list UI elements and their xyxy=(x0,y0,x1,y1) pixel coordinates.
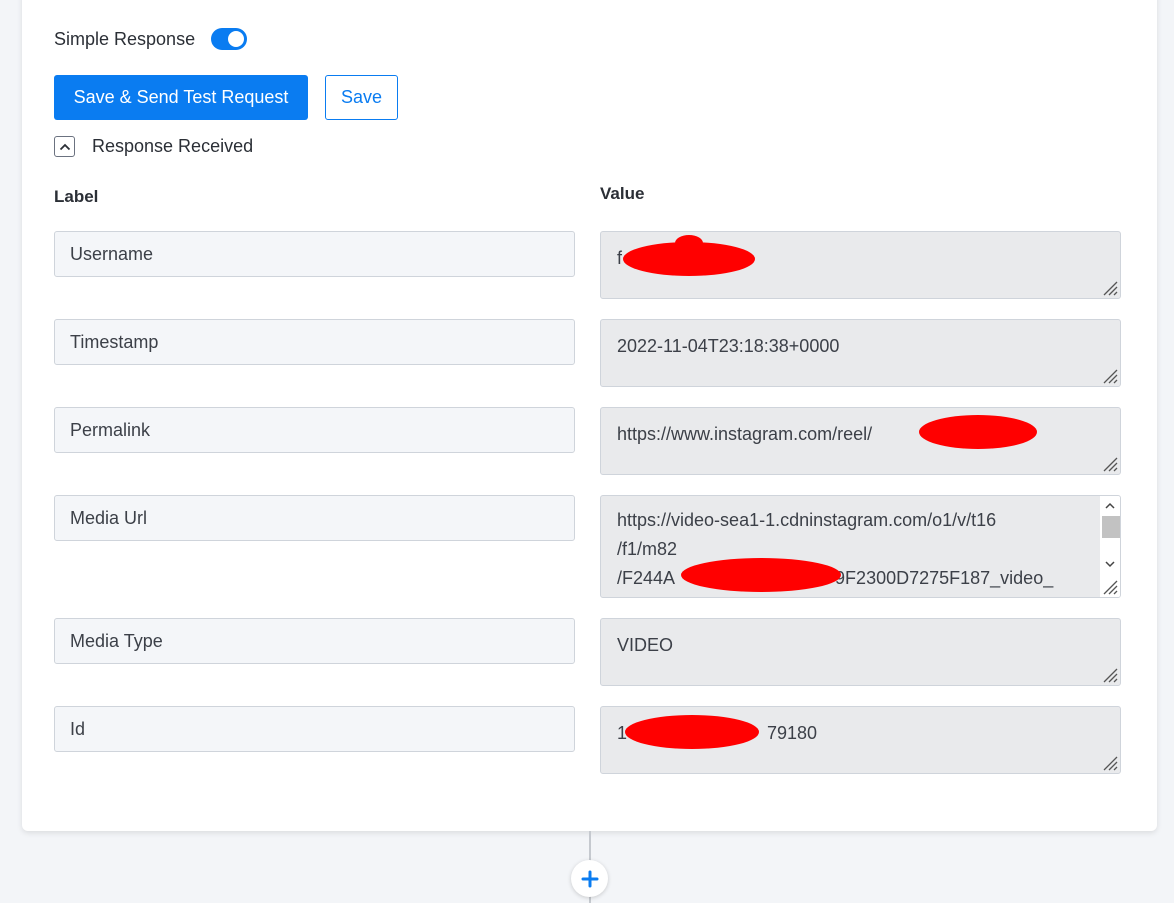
field-value-media-url[interactable]: https://video-sea1-1.cdninstagram.com/o1… xyxy=(600,495,1121,598)
save-button[interactable]: Save xyxy=(325,75,398,120)
simple-response-label: Simple Response xyxy=(54,28,196,49)
response-received-header: Response Received xyxy=(54,136,253,157)
scroll-up-icon xyxy=(1105,502,1115,509)
field-label-permalink[interactable]: Permalink xyxy=(54,407,575,453)
field-value-media-type[interactable]: VIDEO xyxy=(600,618,1121,686)
resize-grip-icon xyxy=(1103,668,1118,683)
field-label-media-url[interactable]: Media Url xyxy=(54,495,575,541)
field-label-media-type[interactable]: Media Type xyxy=(54,618,575,664)
add-step-button[interactable] xyxy=(571,860,608,897)
field-label-timestamp[interactable]: Timestamp xyxy=(54,319,575,365)
field-value-timestamp[interactable]: 2022-11-04T23:18:38+0000 xyxy=(600,319,1121,387)
value-line: /f1/m82 xyxy=(617,539,678,559)
response-received-title: Response Received xyxy=(92,136,254,156)
redaction-mark xyxy=(625,715,759,749)
collapse-toggle-button[interactable] xyxy=(54,136,75,157)
value-column-header: Value xyxy=(600,184,645,203)
resize-grip-icon xyxy=(1103,369,1118,384)
resize-grip-icon xyxy=(1103,756,1118,771)
value-line: https://video-sea1-1.cdninstagram.com/o1… xyxy=(617,510,997,530)
save-send-test-button[interactable]: Save & Send Test Request xyxy=(54,75,308,120)
value-text: 79180 xyxy=(767,723,818,743)
label-column-header: Label xyxy=(54,187,99,206)
value-text: 2022-11-04T23:18:38+0000 xyxy=(617,336,840,356)
resize-grip-icon xyxy=(1103,580,1118,595)
redaction-mark xyxy=(919,415,1037,449)
field-label-id[interactable]: Id xyxy=(54,706,575,752)
field-value-id[interactable]: 1 79180 xyxy=(600,706,1121,774)
redaction-mark xyxy=(681,558,841,592)
value-text: https://www.instagram.com/reel/ xyxy=(617,424,873,444)
simple-response-row: Simple Response xyxy=(54,28,248,50)
field-value-permalink[interactable]: https://www.instagram.com/reel/k/ xyxy=(600,407,1121,475)
scroll-thumb[interactable] xyxy=(1102,516,1120,538)
field-value-username[interactable]: f xyxy=(600,231,1121,299)
scroll-down-icon xyxy=(1105,561,1115,568)
chevron-up-icon xyxy=(59,143,70,150)
field-label-username[interactable]: Username xyxy=(54,231,575,277)
redaction-mark xyxy=(675,235,703,251)
value-text: f xyxy=(617,248,623,268)
resize-grip-icon xyxy=(1103,457,1118,472)
resize-grip-icon xyxy=(1103,281,1118,296)
plus-icon xyxy=(581,870,598,887)
simple-response-toggle[interactable] xyxy=(211,28,248,50)
value-text: VIDEO xyxy=(617,635,674,655)
toggle-knob xyxy=(228,31,245,47)
